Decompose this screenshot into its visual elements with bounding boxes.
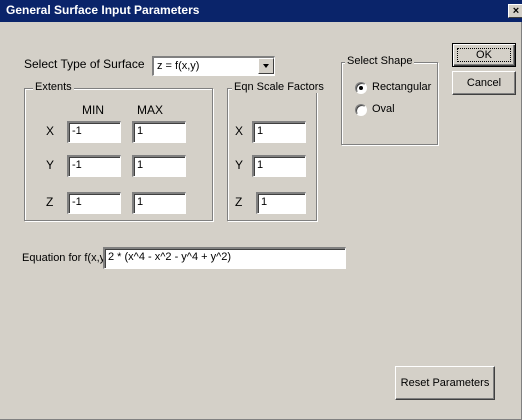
dropdown-arrow-button[interactable]: [258, 58, 274, 74]
scale-z-input[interactable]: 1: [256, 192, 306, 214]
dialog-window: General Surface Input Parameters × Selec…: [0, 0, 522, 420]
shape-rectangular-label[interactable]: Rectangular: [372, 81, 431, 93]
scale-x-label: X: [235, 124, 244, 138]
scale-y-label: Y: [235, 158, 244, 172]
close-button[interactable]: ×: [508, 4, 522, 18]
min-header: MIN: [82, 103, 104, 117]
ok-button-label: OK: [476, 49, 492, 61]
extents-z-min-input[interactable]: -1: [67, 192, 121, 214]
scale-z-label: Z: [235, 195, 243, 209]
extents-y-max-input[interactable]: 1: [132, 155, 186, 177]
cancel-button[interactable]: Cancel: [452, 71, 516, 95]
shape-group-title: Select Shape: [345, 55, 415, 67]
shape-oval-radio[interactable]: [355, 104, 367, 116]
title-bar[interactable]: General Surface Input Parameters ×: [0, 0, 522, 22]
scale-y-input[interactable]: 1: [252, 155, 306, 177]
radio-selected-dot: [359, 86, 363, 90]
close-icon: ×: [512, 5, 520, 17]
reset-parameters-label: Reset Parameters: [400, 377, 490, 389]
extents-z-max-input[interactable]: 1: [132, 192, 186, 214]
extents-y-label: Y: [46, 158, 55, 172]
surface-type-select[interactable]: z = f(x,y): [152, 56, 275, 76]
equation-label: Equation for f(x,y): [22, 252, 109, 264]
shape-oval-label[interactable]: Oval: [372, 103, 395, 115]
reset-parameters-button[interactable]: Reset Parameters: [395, 366, 495, 400]
window-title: General Surface Input Parameters: [6, 3, 200, 17]
equation-input[interactable]: 2 * (x^4 - x^2 - y^4 + y^2): [103, 247, 346, 269]
max-header: MAX: [137, 103, 164, 117]
extents-y-min-input[interactable]: -1: [67, 155, 121, 177]
scale-factors-group-title: Eqn Scale Factors: [232, 81, 326, 93]
surface-type-label: Select Type of Surface: [24, 57, 145, 71]
surface-type-value: z = f(x,y): [157, 60, 200, 72]
extents-z-label: Z: [46, 195, 54, 209]
chevron-down-icon: [263, 64, 269, 68]
extents-x-max-input[interactable]: 1: [132, 121, 186, 143]
extents-x-label: X: [46, 124, 55, 138]
cancel-button-label: Cancel: [466, 77, 502, 89]
extents-group-title: Extents: [33, 81, 74, 93]
ok-button[interactable]: OK: [452, 43, 516, 67]
shape-rectangular-radio[interactable]: [355, 82, 367, 94]
scale-x-input[interactable]: 1: [252, 121, 306, 143]
extents-x-min-input[interactable]: -1: [67, 121, 121, 143]
